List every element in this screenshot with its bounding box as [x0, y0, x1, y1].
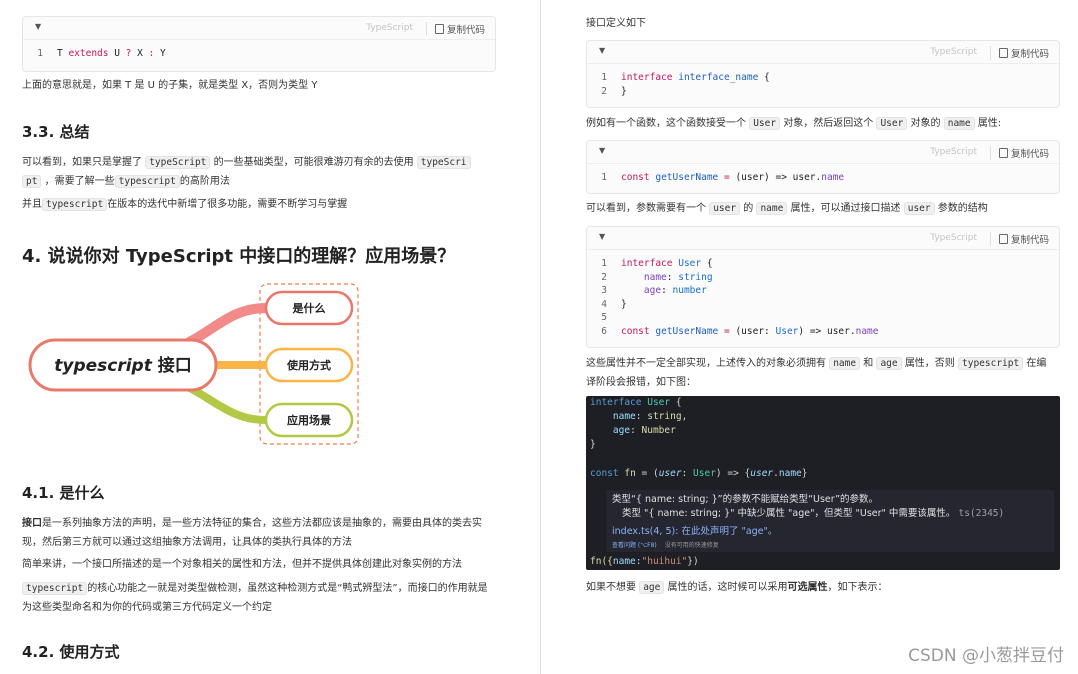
heading-4-2: 4.2. 使用方式 [22, 643, 120, 661]
paragraph-required-props: 这些属性并不一定全部实现，上述传入的对象必须拥有 name 和 age 属性，否… [586, 357, 1047, 388]
paragraph-function-example: 例如有一个函数，这个函数接受一个 User 对象，然后返回这个 User 对象的… [586, 117, 1002, 130]
copy-icon [998, 148, 1008, 158]
page-divider [540, 0, 541, 674]
collapse-caret-icon[interactable]: ▼ [599, 232, 605, 241]
mindmap-node-what: 是什么 [292, 301, 326, 315]
paragraph-interface-core: typescript 的核心功能之一就是对类型做检测，虽然这种检测方式是“鸭式辨型… [22, 582, 488, 613]
heading-4: 4. 说说你对 TypeScript 中接口的理解？应用场景？ [22, 246, 456, 267]
collapse-caret-icon[interactable]: ▼ [599, 146, 605, 155]
paragraph-conditional-explain: 上面的意思就是，如果 T 是 U 的子集，就是类型 X，否则为类型 Y [22, 80, 318, 91]
paragraph-summary: 可以看到，如果只是掌握了 typeScript 的一些基础类型，可能很难游刃有余… [22, 153, 496, 191]
collapse-caret-icon[interactable]: ▼ [35, 22, 41, 31]
editor-error-screenshot: interface User { name: string, age: Numb… [586, 396, 1060, 570]
paragraph-interface-definition: 接口是一系列抽象方法的声明，是一些方法特征的集合，这些方法都应该是抽象的，需要由… [22, 518, 482, 548]
mindmap-node-usage: 使用方式 [286, 358, 331, 372]
copy-code-button[interactable]: 复制代码 [989, 232, 1049, 246]
line-number: 1 [37, 48, 43, 59]
copy-icon [434, 24, 444, 34]
collapse-caret-icon[interactable]: ▼ [599, 46, 605, 55]
code-block-interface-def: ▼ TypeScript 复制代码 1 interface interface_n… [586, 40, 1060, 108]
paragraph-optional-props: 如果不想要 age 属性的话，这时候可以采用可选属性，如下表示： [586, 581, 888, 594]
interface-mindmap: typescript 接口 是什么 使用方式 应用场景 [28, 283, 359, 445]
paragraph-summary-2: 并且 typescript 在版本的迭代中新增了很多功能，需要不断学习与掌握 [22, 198, 348, 211]
paragraph-interface-simple: 简单来讲，一个接口所描述的是一个对象相关的属性和方法，但并不提供具体创建此对象实… [22, 559, 462, 570]
copy-icon [998, 234, 1008, 244]
code-language-label: TypeScript [930, 147, 977, 157]
heading-3-3: 3.3. 总结 [22, 123, 90, 141]
code-language-label: TypeScript [366, 23, 413, 33]
copy-code-button[interactable]: 复制代码 [989, 146, 1049, 160]
code-block-user-interface: ▼ TypeScript 复制代码 1 interface User { 2 na… [586, 226, 1060, 348]
code-language-label: TypeScript [930, 47, 977, 57]
paragraph-param-structure: 可以看到，参数需要有一个 user 的 name 属性，可以通过接口描述 use… [586, 202, 988, 215]
code-block-get-user-name: ▼ TypeScript 复制代码 1 const getUserName = (… [586, 140, 1060, 194]
code-block-conditional-type: ▼ TypeScript 复制代码 1T extends U ? X : Y [22, 16, 496, 72]
paragraph-interface-def-intro: 接口定义如下 [586, 18, 646, 29]
copy-code-button[interactable]: 复制代码 [425, 22, 485, 36]
copy-icon [998, 48, 1008, 58]
code-language-label: TypeScript [930, 233, 977, 243]
copy-code-button[interactable]: 复制代码 [989, 46, 1049, 60]
view-problem-link[interactable]: 查看问题 (⌥F8) [612, 542, 657, 549]
heading-4-1: 4.1. 是什么 [22, 484, 105, 502]
tooltip-footer: 查看问题 (⌥F8) 没有可用的快速修复 [612, 542, 719, 549]
csdn-watermark: CSDN @小葱拌豆付 [908, 646, 1064, 666]
mindmap-node-scenario: 应用场景 [287, 413, 331, 427]
mindmap-root: typescript 接口 [54, 355, 192, 376]
error-tooltip: 类型“{ name: string; }”的参数不能赋给类型“User”的参数。… [606, 490, 1054, 552]
